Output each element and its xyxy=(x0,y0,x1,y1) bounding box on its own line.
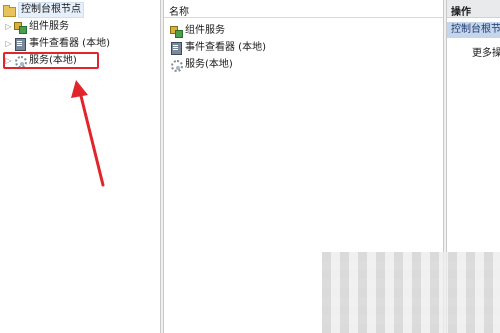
annotation-arrow-shaft xyxy=(78,90,105,187)
watermark-mosaic xyxy=(322,252,500,333)
annotation-arrow-head xyxy=(71,80,88,98)
